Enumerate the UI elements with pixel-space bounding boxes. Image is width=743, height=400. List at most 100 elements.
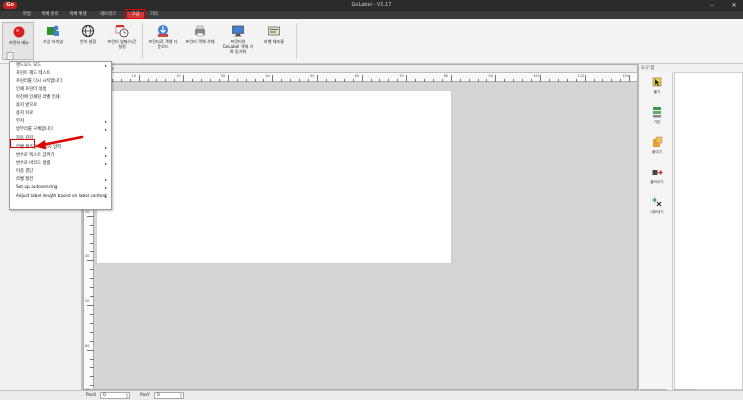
ruler-tick (629, 75, 630, 82)
printer-delete-icon (195, 25, 205, 37)
tool-column: 풀기 기본 붙여기 불러오기 내보내기 (640, 72, 673, 390)
ruler-tick (343, 79, 345, 82)
label-calibrate-icon (268, 26, 280, 36)
tool-paste[interactable]: 붙여기 (643, 136, 671, 158)
posy-field[interactable]: 0 ▴ ▾ (154, 392, 184, 399)
spin-down-icon: ▾ (126, 394, 128, 399)
tool-label: 불러오기 (650, 180, 664, 184)
ruler-top-label: 80 (443, 74, 449, 78)
dd-item-autosensing[interactable]: Set up autosensing ▸ (10, 184, 111, 191)
dd-item-reprint-label[interactable]: 아진에 인쇄된 라벨 인쇄 (10, 94, 111, 101)
tool-label: 기본 (653, 120, 661, 124)
ruler-tick (432, 79, 434, 82)
ruler-tick (584, 75, 586, 82)
tool-export[interactable]: 내보내기 (643, 196, 671, 218)
ruler-tick (397, 79, 398, 82)
posy-spinner[interactable]: ▴ ▾ (179, 393, 183, 398)
dd-item-ribbon[interactable]: 방무리를 구체합니다 ▸ (10, 126, 111, 133)
tool-select[interactable]: 풀기 (643, 76, 671, 98)
menu-network[interactable]: 네트워크 (96, 12, 120, 18)
label-design-page[interactable] (96, 90, 452, 264)
ruler-tick (522, 79, 523, 82)
ribbon-label: 라벨 재조율 (263, 39, 285, 44)
dd-item-print-settings[interactable]: 인쇄 프린터 설정 (10, 86, 111, 93)
ruler-tick (566, 79, 568, 82)
dd-item-variable-text[interactable]: 변수로 텍스트 갑켜기 ▸ (10, 152, 111, 159)
dd-item-restart-printer[interactable]: 프린터를 다시 시작합니다 (10, 78, 111, 85)
component-list[interactable] (674, 72, 743, 390)
ruler-tick (90, 296, 94, 297)
delete-printer-objects-button[interactable]: 프린터 객체 삭제 (184, 22, 216, 60)
ruler-tick (575, 79, 577, 82)
ruler-tick (165, 79, 166, 82)
dd-item-label-saving[interactable]: 라벨 절전 ▸ (10, 176, 111, 183)
dd-item-label: 변수로 바코드 정렬 (16, 161, 51, 166)
dd-item-feed-forward[interactable]: 용지 앞으로 (10, 102, 111, 109)
menu-file[interactable]: 파일 (20, 12, 34, 18)
label-recalibrate-button[interactable]: 라벨 재조율 (258, 22, 290, 60)
posx-field[interactable]: 0 ▴ ▾ (100, 392, 130, 399)
ruler-tick (90, 287, 94, 288)
minimize-button[interactable]: – (706, 1, 718, 10)
ruler-top-label: 120 (622, 74, 629, 78)
tool-basic[interactable]: 기본 (643, 106, 671, 128)
dd-item-variable-barcode[interactable]: 변수로 바코드 정렬 ▸ (10, 160, 111, 167)
spin-down-icon: ▾ (180, 394, 182, 399)
submenu-arrow-icon: ▸ (104, 177, 107, 182)
ribbon-label: 프린터의 GoLabel 객체 기록 동기화 (222, 39, 254, 54)
posy-value: 0 (157, 393, 160, 398)
sync-golabel-records-button[interactable]: 프린터의 GoLabel 객체 기록 동기화 (222, 22, 254, 60)
new-document-icon[interactable] (6, 52, 14, 60)
select-pointer-icon (652, 77, 662, 87)
dd-item-adjust-length[interactable]: Adjust label length based on label conte… (10, 193, 111, 200)
dd-item-buzzer[interactable]: 부저 ▸ (10, 118, 111, 125)
tool-load[interactable]: 불러오기 (643, 166, 671, 188)
ruler-tick (90, 376, 94, 377)
ruler-tick (192, 79, 193, 82)
tool-label: 붙여기 (652, 150, 662, 154)
ruler-tick (263, 79, 264, 82)
ruler-tick (361, 75, 363, 82)
printer-datetime-button[interactable]: 프린터 날짜/시간 설정 (106, 22, 138, 60)
ruler-top-label: 50 (310, 74, 315, 78)
submenu-arrow-icon: ▸ (104, 127, 107, 132)
ruler-top-label: 110 (577, 74, 585, 78)
ruler-tick (120, 79, 122, 82)
posx-label: PosX (86, 393, 97, 398)
menu-object-management[interactable]: 객체 관리 (38, 12, 62, 18)
stack-layers-icon (653, 107, 661, 118)
menu-object-widget[interactable]: 객체 위젯 (66, 12, 90, 18)
download-objects-button[interactable]: 프린터로 객체 다운로드 (147, 22, 179, 60)
canvas-tab-header: ✕ (84, 65, 637, 73)
dd-item-landmode[interactable]: 랜드오드 모드 ▸ (10, 62, 111, 69)
virtual-terminal-button[interactable]: 가상 터미널 (37, 22, 69, 60)
menu-bar: 파일 객체 관리 객체 위젯 네트워크 고급 기타 (0, 11, 743, 19)
posy-label: PosY (140, 393, 150, 398)
menu-other[interactable]: 기타 (147, 12, 161, 18)
ruler-tick (272, 75, 273, 82)
dd-item-feed-back[interactable]: 용지 뒤로 (10, 110, 111, 117)
language-settings-button[interactable]: 언어 설정 (72, 22, 104, 60)
dd-item-label: 랜드오드 모드 (16, 63, 42, 68)
ribbon-label: 언어 설정 (79, 39, 97, 44)
ruler-tick (602, 79, 603, 82)
ruler-tick (495, 75, 496, 82)
dd-item-head-test[interactable]: 프린트 헤드 테스트 (10, 70, 111, 77)
ruler-tick (90, 269, 94, 270)
dd-item-label: Adjust label length based on label conte… (16, 194, 107, 199)
close-window-button[interactable]: ✕ (728, 1, 740, 10)
posx-spinner[interactable]: ▴ ▾ (125, 393, 129, 398)
submenu-arrow-icon: ▸ (104, 161, 107, 166)
menu-highlight-box (125, 9, 146, 19)
dd-item-double-cut[interactable]: 이중 결단 (10, 168, 111, 175)
ribbon-label: 프린터 날짜/시간 설정 (107, 39, 137, 49)
ruler-tick (90, 224, 94, 226)
status-bar: PosX 0 ▴ ▾ PosY 0 ▴ ▾ (0, 390, 743, 400)
ruler-tick (441, 79, 443, 82)
ruler-tick (87, 349, 94, 351)
ruler-top-label: 40 (265, 74, 270, 78)
ruler-tick (611, 79, 612, 82)
ruler-tick (299, 79, 300, 82)
ruler-tick (156, 79, 157, 82)
ruler-top-label: 60 (354, 74, 360, 78)
